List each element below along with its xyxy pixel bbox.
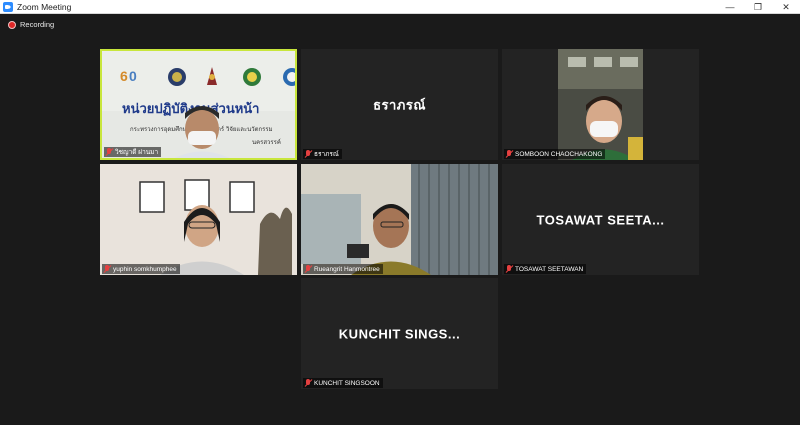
zoom-app-icon	[3, 1, 13, 12]
window-controls: — ❐ ✕	[716, 0, 800, 14]
mic-muted-icon	[304, 265, 312, 273]
participant-video	[100, 164, 297, 275]
participant-display-name: TOSAWAT SEETA...	[536, 212, 665, 227]
participant-display-name: ธราภรณ์	[373, 97, 426, 112]
mic-muted-icon	[505, 150, 513, 158]
participant-tile[interactable]: Rueangrit Hanmontree	[301, 164, 498, 275]
mic-muted-icon	[505, 265, 513, 273]
banner-location: นครสวรรค์	[252, 138, 281, 146]
close-button[interactable]: ✕	[772, 0, 800, 14]
participant-nametag: KUNCHIT SINGSOON	[303, 378, 383, 388]
svg-text:6: 6	[120, 68, 128, 84]
participant-name: วิชญาดี ผ่านมา	[115, 149, 159, 156]
participant-nametag: yuphin somkhumphee	[102, 264, 180, 274]
participant-tile[interactable]: 6 0 หน่วยปฏิบัติงานส่วนหน้า กระทรวงการอุ…	[100, 49, 297, 160]
record-icon	[8, 20, 16, 29]
mic-muted-icon	[304, 379, 312, 387]
participant-name: ธราภรณ์	[314, 151, 339, 158]
participant-nametag: TOSAWAT SEETAWAN	[504, 264, 587, 274]
participant-tile[interactable]: SOMBOON CHAOCHAKONG	[502, 49, 699, 160]
participant-tile[interactable]: yuphin somkhumphee	[100, 164, 297, 275]
participant-display-name: KUNCHIT SINGS...	[338, 326, 461, 341]
window-title: Zoom Meeting	[17, 1, 72, 12]
participant-tile[interactable]: TOSAWAT SEETA... TOSAWAT SEETAWAN	[502, 164, 699, 275]
participant-tile[interactable]: ธราภรณ์ ธราภรณ์	[301, 49, 498, 160]
svg-text:0: 0	[129, 68, 137, 84]
minimize-button[interactable]: —	[716, 0, 744, 14]
participant-name: TOSAWAT SEETAWAN	[515, 265, 584, 273]
mic-muted-icon	[105, 148, 113, 156]
participant-nametag: Rueangrit Hanmontree	[303, 264, 383, 274]
restore-button[interactable]: ❐	[744, 0, 772, 14]
recording-indicator[interactable]: Recording	[8, 20, 54, 29]
participant-tile[interactable]: KUNCHIT SINGS... KUNCHIT SINGSOON	[301, 278, 498, 389]
participant-nametag: SOMBOON CHAOCHAKONG	[504, 149, 606, 159]
participant-video	[301, 164, 498, 275]
participant-name: KUNCHIT SINGSOON	[314, 379, 380, 387]
participant-name: Rueangrit Hanmontree	[314, 265, 380, 273]
participant-video	[502, 49, 699, 160]
participant-name: SOMBOON CHAOCHAKONG	[515, 150, 603, 158]
participant-name: yuphin somkhumphee	[113, 265, 177, 273]
recording-label: Recording	[20, 20, 55, 29]
participant-nametag: ธราภรณ์	[303, 149, 342, 159]
participant-video: 6 0 หน่วยปฏิบัติงานส่วนหน้า กระทรวงการอุ…	[102, 51, 295, 158]
participant-nametag: วิชญาดี ผ่านมา	[104, 147, 162, 157]
window-titlebar: Zoom Meeting — ❐ ✕	[0, 0, 800, 14]
mic-muted-icon	[103, 265, 111, 273]
mic-muted-icon	[304, 150, 312, 158]
